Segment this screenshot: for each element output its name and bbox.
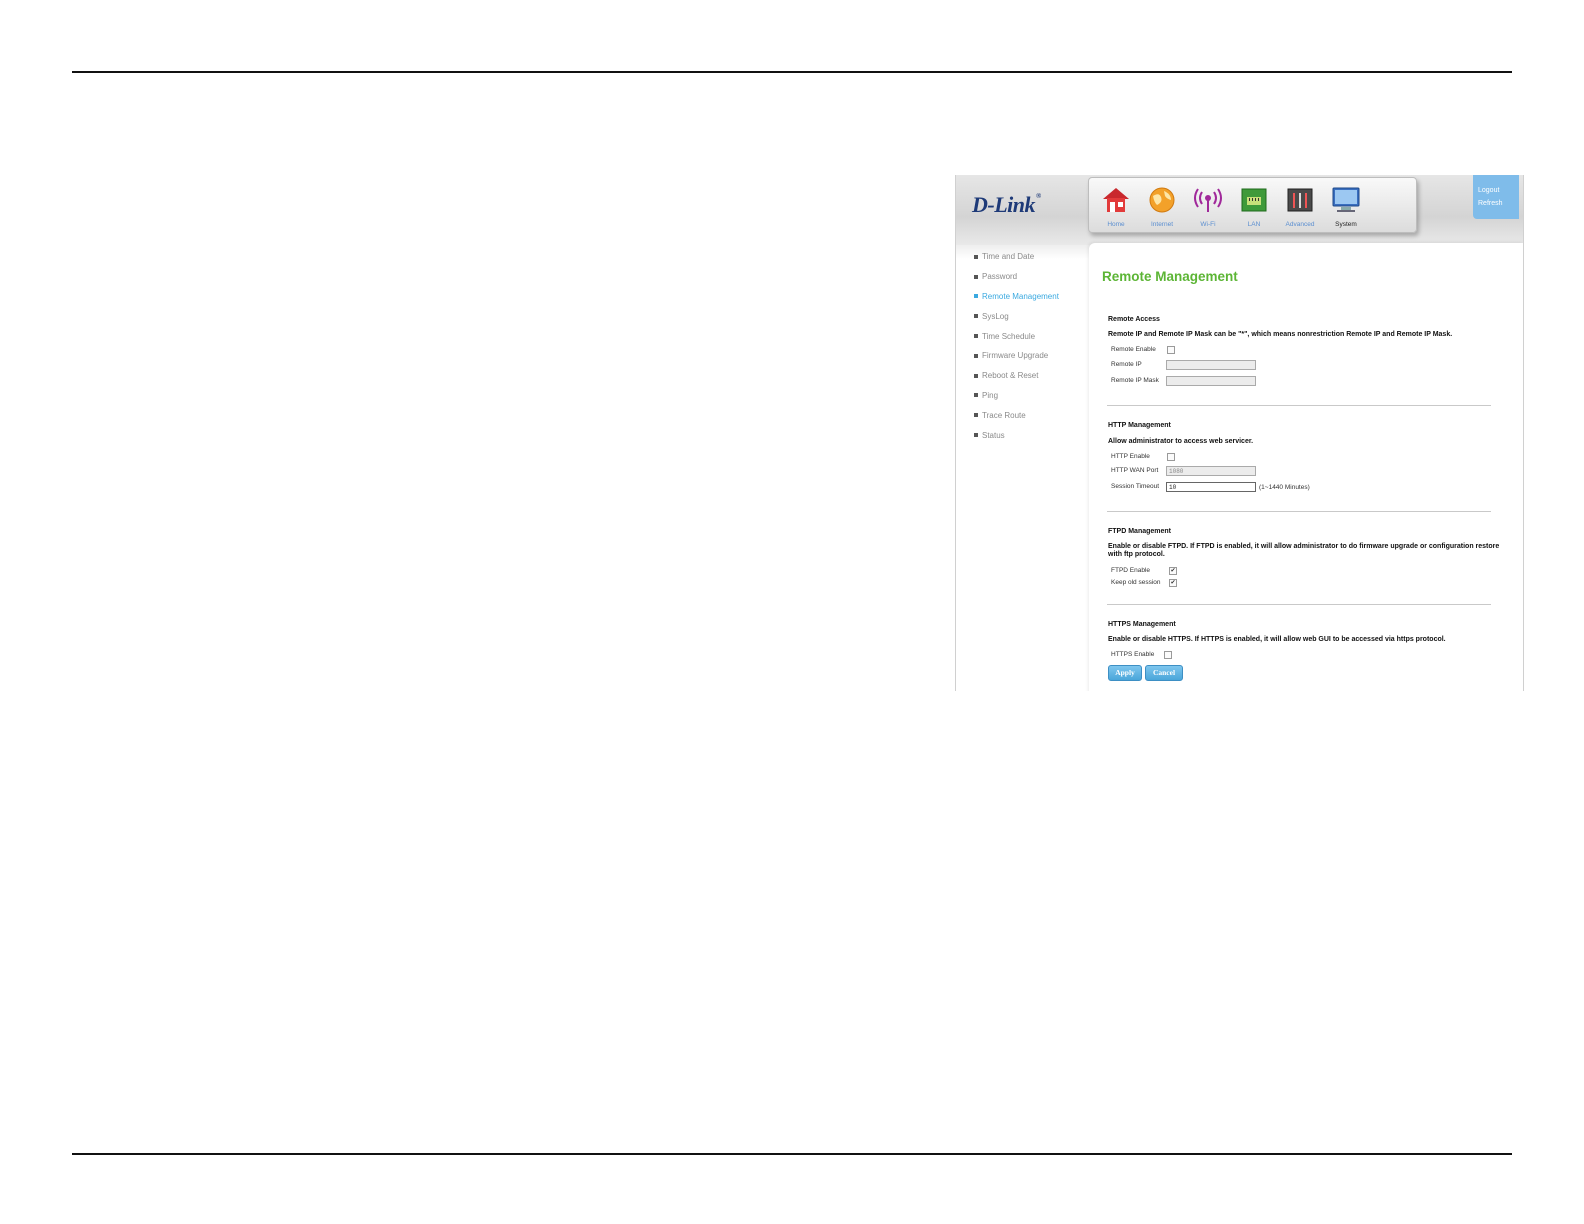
http-wan-port-input[interactable]: 1080 [1166, 466, 1256, 476]
nav-internet[interactable]: Internet [1139, 181, 1185, 229]
https-management-title: HTTPS Management [1108, 621, 1176, 628]
section-divider [1107, 511, 1491, 512]
ftpd-enable-label: FTPD Enable [1111, 567, 1151, 574]
https-enable-checkbox[interactable] [1164, 651, 1172, 659]
section-divider [1107, 405, 1491, 406]
session-links: Logout Refresh [1473, 175, 1519, 219]
ftpd-management-title: FTPD Management [1108, 528, 1172, 535]
dlink-logo: D-Link® [972, 192, 1041, 217]
sidebar-item-time-schedule[interactable]: Time Schedule [974, 326, 1094, 346]
remote-enable-checkbox[interactable] [1167, 346, 1175, 354]
https-enable-label: HTTPS Enable [1111, 651, 1155, 658]
sidebar-item-reboot-reset[interactable]: Reboot & Reset [974, 366, 1094, 386]
session-timeout-hint: (1~1440 Minutes) [1259, 484, 1310, 491]
keep-old-session-checkbox[interactable]: ✔ [1169, 579, 1177, 587]
top-rule [72, 71, 1512, 73]
tools-icon [1287, 188, 1313, 212]
globe-icon [1149, 187, 1175, 213]
lan-port-icon [1241, 188, 1267, 212]
apply-button[interactable]: Apply [1108, 665, 1142, 681]
sidebar-item-syslog[interactable]: SysLog [974, 306, 1094, 326]
router-admin-screenshot: D-Link® Home Internet Wi-Fi LAN Advanced… [955, 175, 1524, 691]
nav-lan[interactable]: LAN [1231, 181, 1277, 229]
refresh-link[interactable]: Refresh [1473, 194, 1519, 207]
sidebar-item-firmware-upgrade[interactable]: Firmware Upgrade [974, 346, 1094, 366]
home-icon [1103, 188, 1129, 212]
remote-ip-input[interactable] [1166, 360, 1256, 370]
main-nav: Home Internet Wi-Fi LAN Advanced System [1088, 177, 1417, 233]
remote-ip-mask-label: Remote IP Mask [1111, 377, 1159, 384]
logout-link[interactable]: Logout [1473, 175, 1519, 194]
page-title: Remote Management [1102, 269, 1238, 284]
remote-access-desc: Remote IP and Remote IP Mask can be "*",… [1108, 331, 1453, 338]
ftpd-management-desc: Enable or disable FTPD. If FTPD is enabl… [1108, 543, 1500, 558]
sidebar-item-trace-route[interactable]: Trace Route [974, 405, 1094, 425]
ftpd-enable-checkbox[interactable]: ✔ [1169, 567, 1177, 575]
http-wan-port-label: HTTP WAN Port [1111, 467, 1159, 474]
https-management-desc: Enable or disable HTTPS. If HTTPS is ena… [1108, 636, 1446, 643]
http-enable-label: HTTP Enable [1111, 453, 1150, 460]
session-timeout-input[interactable]: 10 [1166, 482, 1256, 492]
session-timeout-label: Session Timeout [1111, 483, 1160, 490]
http-management-desc: Allow administrator to access web servic… [1108, 438, 1254, 445]
nav-home[interactable]: Home [1093, 181, 1139, 229]
nav-wifi[interactable]: Wi-Fi [1185, 181, 1231, 229]
sidebar-item-status[interactable]: Status [974, 425, 1094, 445]
wifi-icon [1194, 188, 1222, 212]
nav-system[interactable]: System [1323, 181, 1369, 229]
bottom-rule [72, 1153, 1512, 1155]
sidebar-item-remote-management[interactable]: Remote Management [974, 287, 1094, 307]
nav-advanced[interactable]: Advanced [1277, 181, 1323, 229]
http-enable-checkbox[interactable] [1167, 453, 1175, 461]
http-management-title: HTTP Management [1108, 422, 1171, 429]
keep-old-session-label: Keep old session [1111, 579, 1161, 586]
remote-access-title: Remote Access [1108, 316, 1160, 323]
monitor-icon [1332, 187, 1360, 212]
section-divider [1107, 604, 1491, 605]
sidebar-menu: Time and Date Password Remote Management… [974, 247, 1094, 445]
sidebar-item-password[interactable]: Password [974, 267, 1094, 287]
cancel-button[interactable]: Cancel [1145, 665, 1183, 681]
remote-ip-label: Remote IP [1111, 361, 1142, 368]
remote-ip-mask-input[interactable] [1166, 376, 1256, 386]
remote-enable-label: Remote Enable [1111, 346, 1156, 353]
sidebar-item-ping[interactable]: Ping [974, 386, 1094, 406]
sidebar-item-time-and-date[interactable]: Time and Date [974, 247, 1094, 267]
content-panel: Remote Management Remote Access Remote I… [1089, 243, 1523, 691]
header-bar: D-Link® Home Internet Wi-Fi LAN Advanced… [956, 175, 1523, 259]
